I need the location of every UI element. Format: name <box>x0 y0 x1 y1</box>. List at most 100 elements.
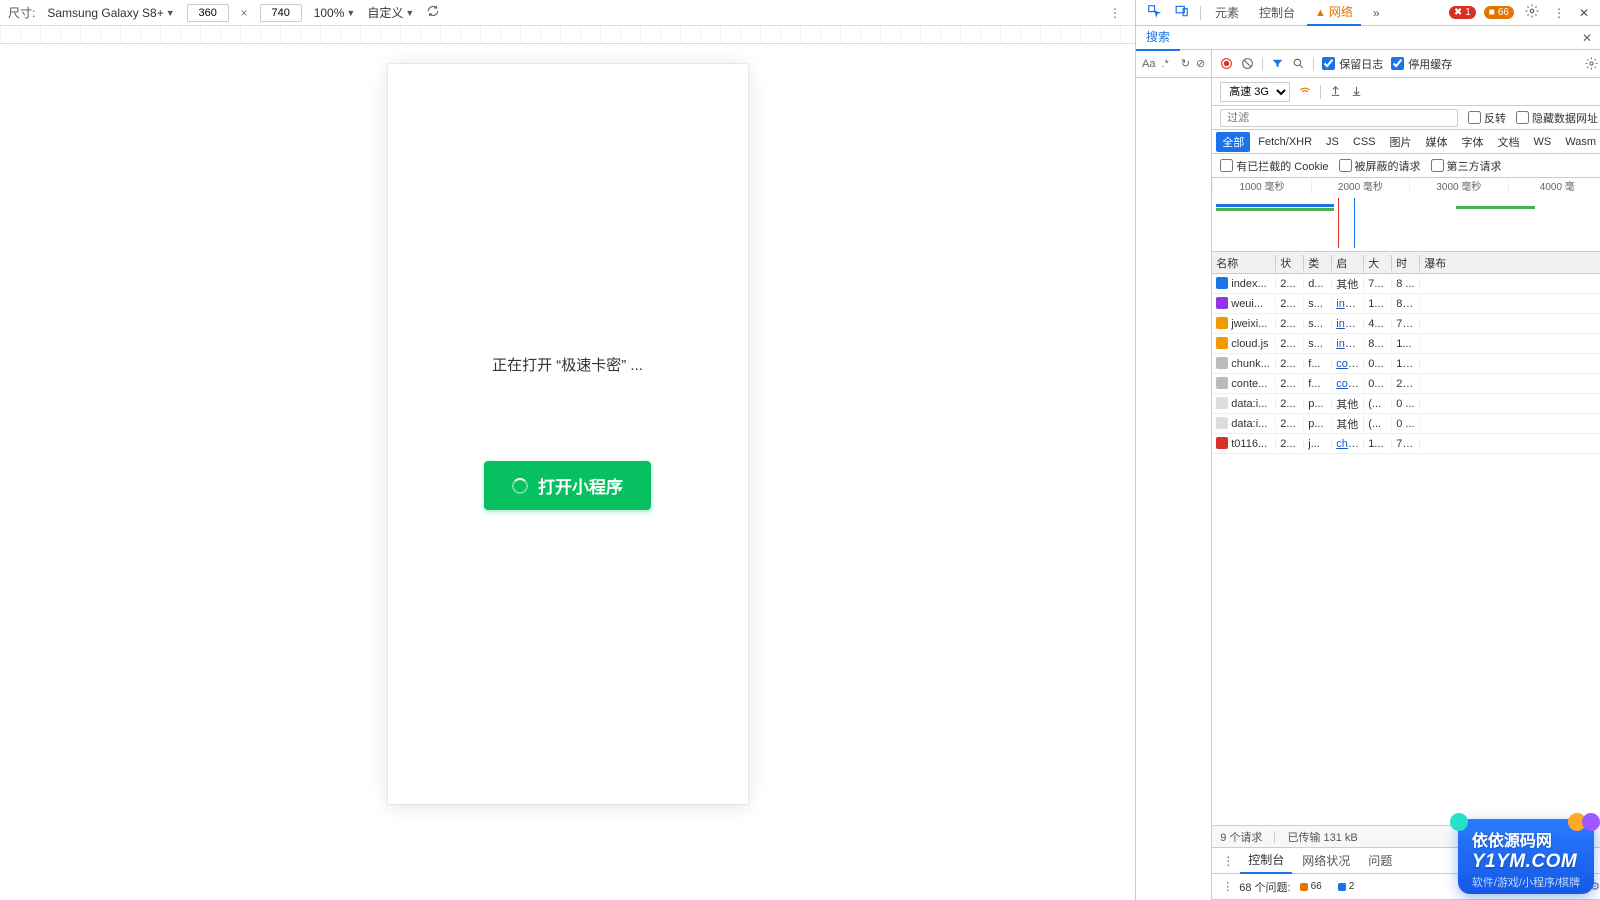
table-row[interactable]: jweixi... 2... s... ind... 4... 72... <box>1212 314 1600 334</box>
issues-label: 68 个问题: <box>1239 879 1290 895</box>
download-icon[interactable] <box>1350 84 1363 100</box>
open-miniprogram-button[interactable]: 打开小程序 <box>484 461 651 510</box>
col-waterfall[interactable]: 瀑布 <box>1420 255 1600 271</box>
filter-row: 反转 隐藏数据网址 <box>1212 106 1600 130</box>
filter-type[interactable]: JS <box>1320 134 1345 150</box>
device-toolbar: 尺寸: Samsung Galaxy S8+ ▼ × 100% ▼ 自定义 ▼ … <box>0 0 1135 26</box>
preserve-log-checkbox[interactable]: 保留日志 <box>1322 56 1383 72</box>
table-row[interactable]: index... 2... d... 其他 7... 8 ... <box>1212 274 1600 294</box>
search-tab[interactable]: 搜索 <box>1136 24 1180 51</box>
throttle-select[interactable]: 高速 3G <box>1220 82 1290 102</box>
kebab-icon[interactable]: ⋮ <box>1218 880 1237 893</box>
spinner-icon <box>512 478 528 494</box>
throttle-row: 高速 3G <box>1212 78 1600 106</box>
col-name[interactable]: 名称 <box>1212 255 1276 271</box>
devtools: 元素 控制台 ▲网络 » ✖ 1 ■ 66 ⋮ ✕ 搜索 ✕ Aa .* ↻ ⊘ <box>1135 0 1600 900</box>
filter-type[interactable]: 图片 <box>1384 132 1418 152</box>
tab-more[interactable]: » <box>1365 2 1388 24</box>
rotate-icon[interactable] <box>426 4 440 21</box>
filter-type[interactable]: Wasm <box>1559 134 1600 150</box>
chevron-down-icon: ▼ <box>166 8 175 18</box>
kebab-icon[interactable]: ⋮ <box>1103 6 1127 20</box>
filter-types: 全部Fetch/XHRJSCSS图片媒体字体文档WSWasm <box>1212 130 1600 154</box>
stage: 正在打开 “极速卡密” ... 打开小程序 <box>0 44 1135 900</box>
warn-badge[interactable]: ■ 66 <box>1484 6 1514 19</box>
overview[interactable]: 1000 毫秒2000 毫秒3000 毫秒4000 毫 <box>1212 178 1600 252</box>
wifi-icon[interactable] <box>1298 83 1312 100</box>
close-icon[interactable]: ✕ <box>1574 4 1594 22</box>
table-row[interactable]: weui... 2... s... ind... 1... 81... <box>1212 294 1600 314</box>
drawer-tab-network[interactable]: 网络状况 <box>1294 848 1358 873</box>
thirdparty-checkbox[interactable]: 第三方请求 <box>1431 158 1502 174</box>
search-panel: Aa .* ↻ ⊘ <box>1136 50 1212 900</box>
kebab-icon[interactable]: ⋮ <box>1218 854 1238 868</box>
inspect-icon[interactable] <box>1142 2 1166 23</box>
search-icon[interactable] <box>1292 57 1305 70</box>
col-time[interactable]: 时 <box>1392 255 1420 271</box>
hide-data-checkbox[interactable]: 隐藏数据网址 <box>1516 110 1598 126</box>
cookies-row: 有已拦截的 Cookie 被屏蔽的请求 第三方请求 <box>1212 154 1600 178</box>
tab-elements[interactable]: 元素 <box>1207 0 1247 25</box>
filter-type[interactable]: 文档 <box>1492 132 1526 152</box>
col-size[interactable]: 大 <box>1364 255 1392 271</box>
filter-type[interactable]: 全部 <box>1216 132 1250 152</box>
requests-list: index... 2... d... 其他 7... 8 ... weui...… <box>1212 274 1600 825</box>
drawer-tab-console[interactable]: 控制台 <box>1240 847 1292 874</box>
table-row[interactable]: t0116... 2... j... chu... 1... 71... <box>1212 434 1600 454</box>
col-status[interactable]: 状 <box>1276 255 1304 271</box>
tab-console[interactable]: 控制台 <box>1251 0 1303 25</box>
filter-type[interactable]: 字体 <box>1456 132 1490 152</box>
clear-icon[interactable] <box>1241 57 1254 70</box>
request-count: 9 个请求 <box>1220 829 1262 845</box>
zoom-select[interactable]: 100% ▼ <box>314 6 356 20</box>
col-type[interactable]: 类 <box>1304 255 1332 271</box>
record-icon[interactable] <box>1220 57 1233 70</box>
dimension-x: × <box>241 6 248 20</box>
width-input[interactable] <box>187 4 229 22</box>
hidden-req-checkbox[interactable]: 被屏蔽的请求 <box>1339 158 1421 174</box>
table-row[interactable]: chunk... 2... f... con... 0... 10... <box>1212 354 1600 374</box>
table-row[interactable]: data:i... 2... p... 其他 (... 0 ... <box>1212 394 1600 414</box>
transfer-size: 已传输 131 kB <box>1287 829 1357 845</box>
clear-icon[interactable]: ⊘ <box>1196 57 1205 70</box>
ruler <box>0 26 1135 44</box>
device-select[interactable]: Samsung Galaxy S8+ ▼ <box>47 6 174 20</box>
match-case-icon[interactable]: Aa <box>1142 58 1155 70</box>
filter-input[interactable] <box>1220 109 1458 127</box>
filter-type[interactable]: CSS <box>1347 134 1382 150</box>
col-initiator[interactable]: 启 <box>1332 255 1364 271</box>
filter-type[interactable]: WS <box>1528 134 1558 150</box>
blocked-cookie-checkbox[interactable]: 有已拦截的 Cookie <box>1220 158 1328 174</box>
table-row[interactable]: cloud.js 2... s... ind... 8... 1... <box>1212 334 1600 354</box>
network-toolbar: 保留日志 停用缓存 <box>1212 50 1600 78</box>
loading-text: 正在打开 “极速卡密” ... <box>492 354 643 375</box>
filter-icon[interactable] <box>1271 57 1284 70</box>
filter-type[interactable]: Fetch/XHR <box>1252 134 1318 150</box>
phone-viewport: 正在打开 “极速卡密” ... 打开小程序 <box>388 64 748 804</box>
gear-icon[interactable] <box>1520 2 1544 23</box>
devtools-tabs: 元素 控制台 ▲网络 » ✖ 1 ■ 66 ⋮ ✕ <box>1136 0 1600 26</box>
upload-icon[interactable] <box>1329 84 1342 100</box>
height-input[interactable] <box>260 4 302 22</box>
regex-icon[interactable]: .* <box>1161 58 1168 70</box>
watermark: 依依源码网 Y1YM.COM 软件/游戏/小程序/棋牌 <box>1458 819 1594 894</box>
gear-icon[interactable] <box>1585 57 1598 70</box>
device-mode-icon[interactable] <box>1170 2 1194 23</box>
close-icon[interactable]: ✕ <box>1574 29 1600 47</box>
kebab-icon[interactable]: ⋮ <box>1548 4 1570 22</box>
custom-select[interactable]: 自定义 ▼ <box>367 4 414 21</box>
table-row[interactable]: data:i... 2... p... 其他 (... 0 ... <box>1212 414 1600 434</box>
refresh-icon[interactable]: ↻ <box>1181 57 1190 70</box>
error-badge[interactable]: ✖ 1 <box>1449 6 1476 19</box>
tab-network[interactable]: ▲网络 <box>1307 0 1361 26</box>
filter-type[interactable]: 媒体 <box>1420 132 1454 152</box>
drawer-tab-issues[interactable]: 问题 <box>1360 848 1400 873</box>
requests-header: 名称 状 类 启 大 时 瀑布 <box>1212 252 1600 274</box>
disable-cache-checkbox[interactable]: 停用缓存 <box>1391 56 1452 72</box>
info-chip[interactable]: 2 <box>1333 880 1360 893</box>
invert-checkbox[interactable]: 反转 <box>1468 110 1506 126</box>
warn-chip[interactable]: 66 <box>1295 880 1327 893</box>
table-row[interactable]: conte... 2... f... con... 0... 26... <box>1212 374 1600 394</box>
size-label: 尺寸: <box>8 4 35 21</box>
chevron-down-icon: ▼ <box>405 8 414 18</box>
